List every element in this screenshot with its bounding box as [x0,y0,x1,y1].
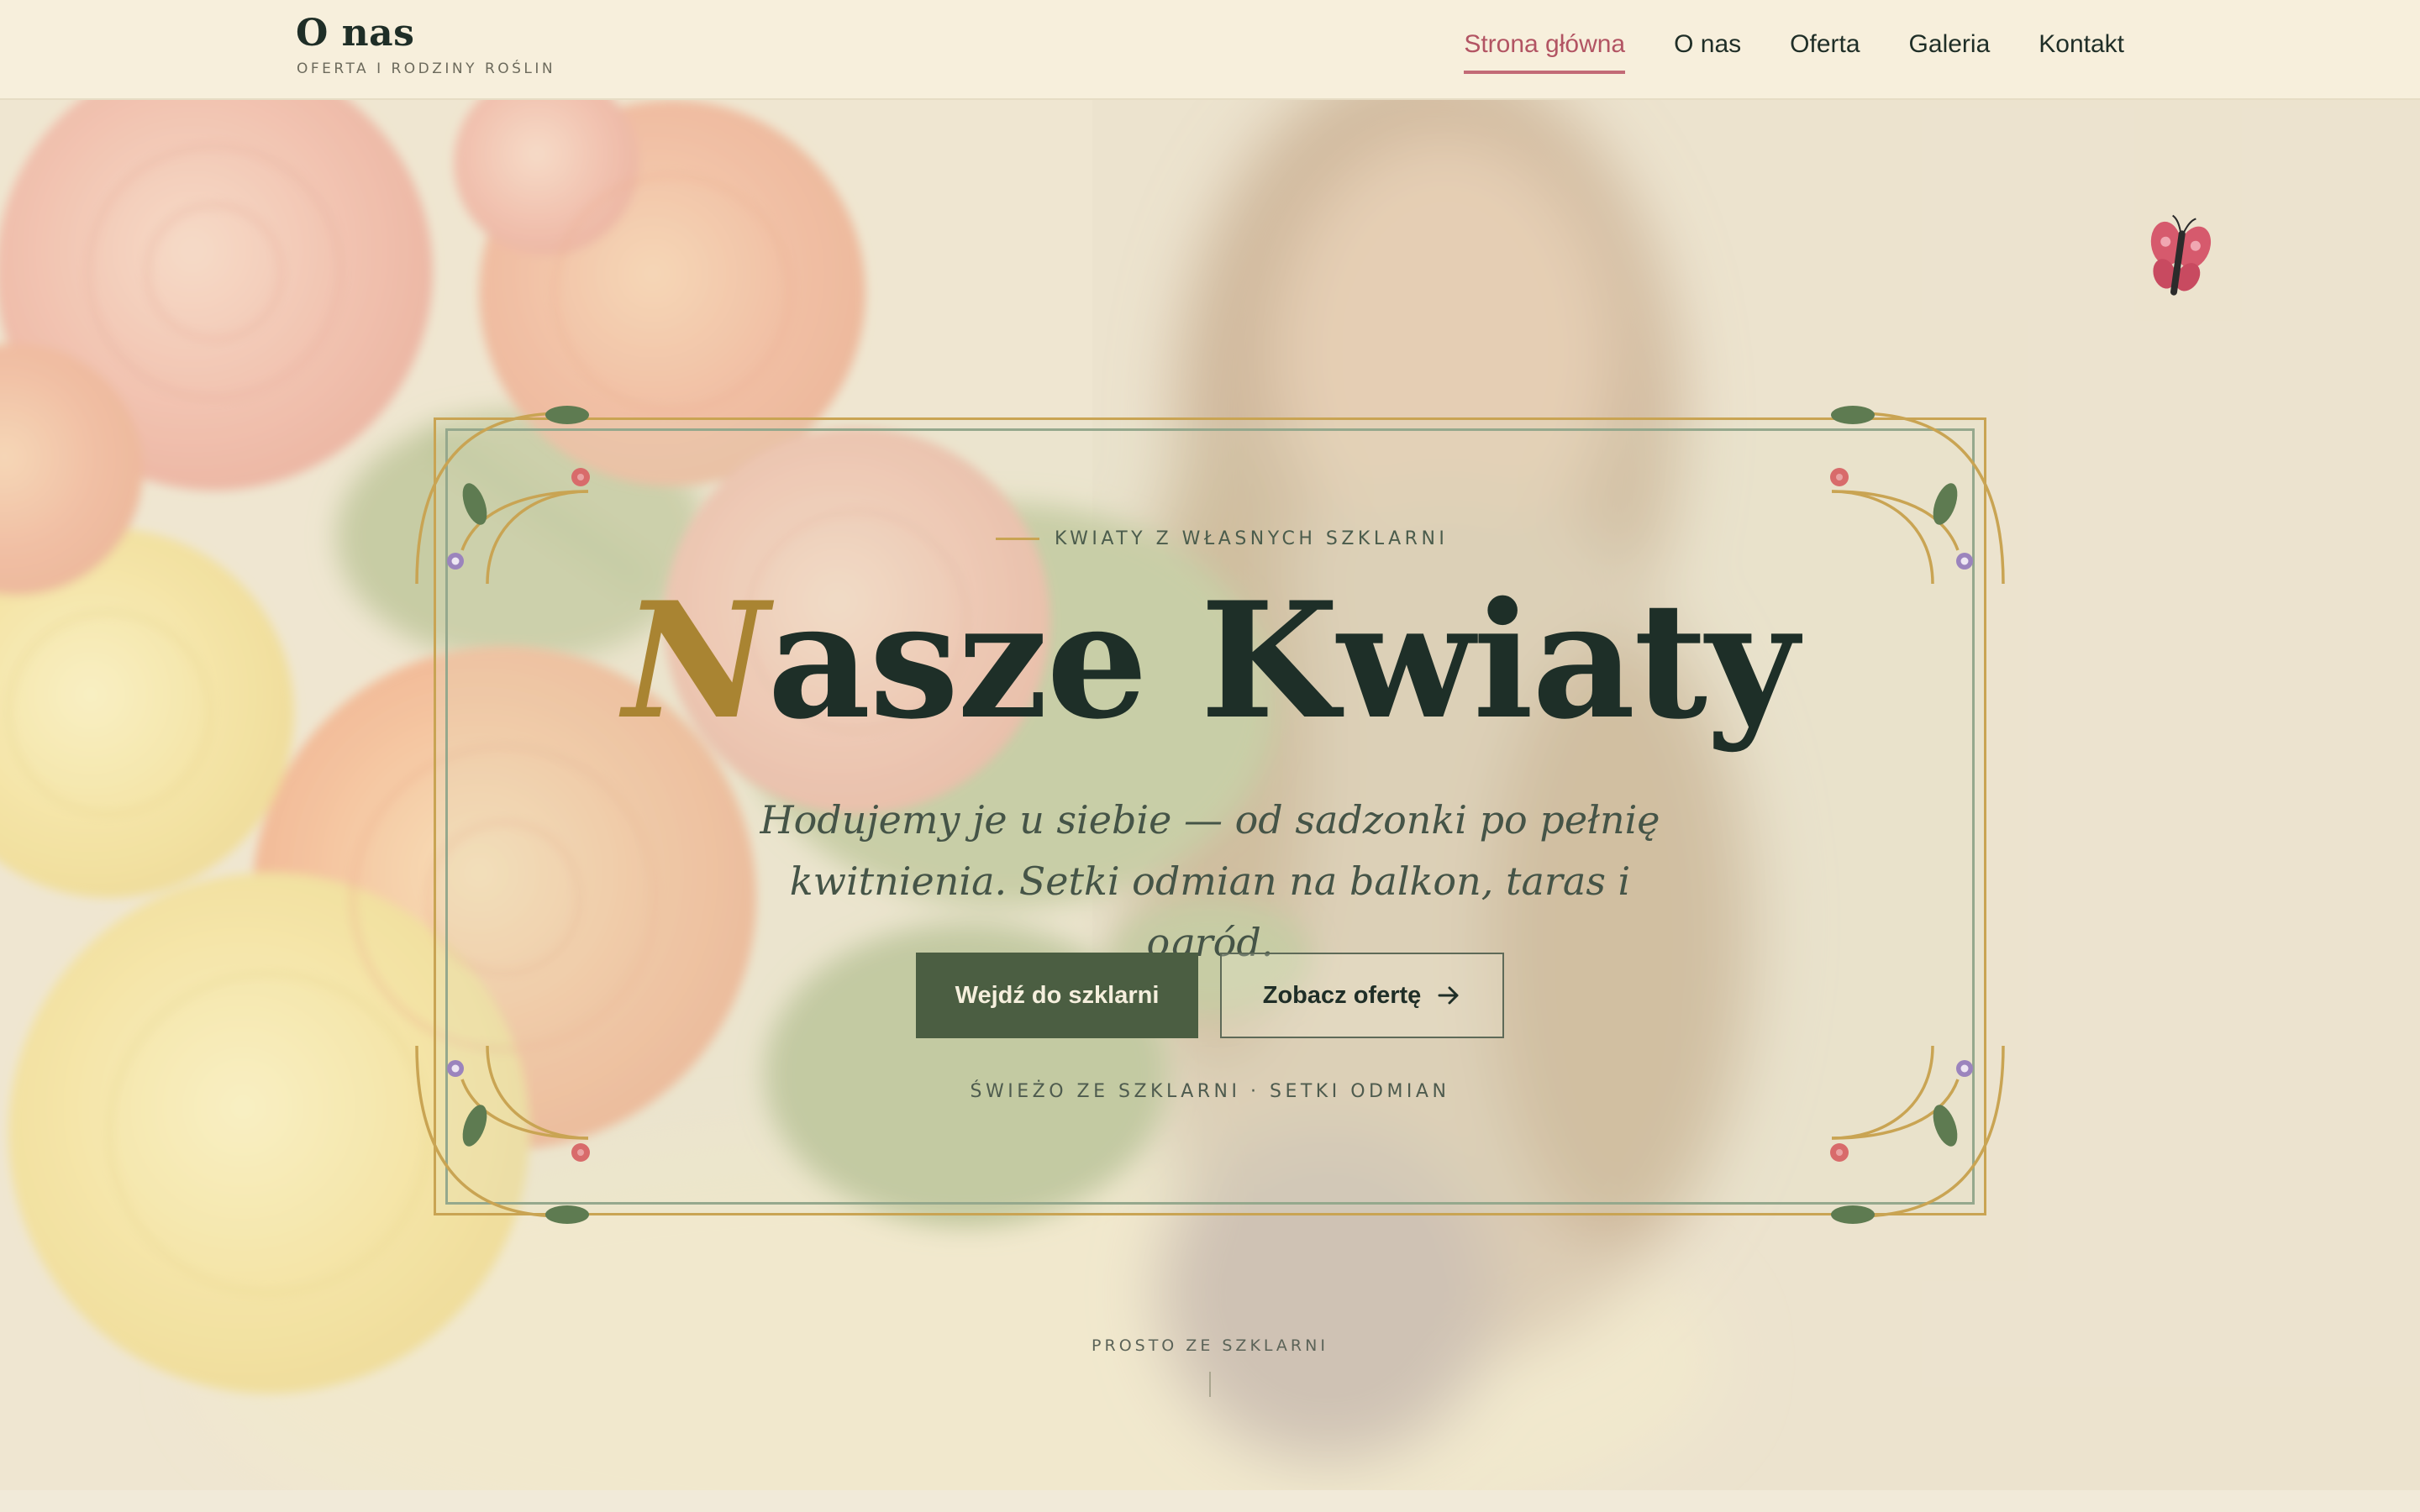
see-offer-button[interactable]: Zobacz ofertę [1220,953,1504,1038]
nav-item-contact[interactable]: Kontakt [2039,30,2124,74]
eyebrow-line [996,537,1039,540]
brand-title[interactable]: O nas [296,12,414,55]
scroll-indicator-line [1209,1372,1211,1397]
eyebrow-text: KWIATY Z WŁASNYCH SZKLARNI [1055,528,1449,549]
hero-eyebrow: KWIATY Z WŁASNYCH SZKLARNI [996,524,1466,553]
corner-ornament-icon [415,406,590,585]
nav-item-offer[interactable]: Oferta [1790,30,1860,74]
nav-item-home[interactable]: Strona główna [1464,30,1626,74]
hero-subtitle: Hodujemy je u siebie — od sadzonki po pe… [760,797,1660,965]
arrow-right-icon [1438,986,1459,1005]
brand-subtitle: OFERTA I RODZINY ROŚLIN [297,60,556,77]
hero-title: Nasze Kwiaty [0,581,2420,741]
enter-greenhouse-button[interactable]: Wejdź do szklarni [916,953,1198,1038]
see-offer-label: Zobacz ofertę [1262,981,1422,1009]
corner-ornament-icon [415,1045,590,1224]
section-divider [0,1490,2420,1512]
corner-ornament-icon [1830,406,2005,585]
hero-title-rest: asze Kwiaty [767,567,1798,754]
main-nav: Strona główna O nas Oferta Galeria Konta… [1464,30,2124,74]
hero-title-initial: N [623,567,770,754]
nav-item-about[interactable]: O nas [1674,30,1741,74]
hero-tagline: ŚWIEŻO ZE SZKLARNI · SETKI ODMIAN [970,1081,1450,1102]
scroll-indicator-label[interactable]: PROSTO ZE SZKLARNI [0,1336,2420,1355]
site-header: O nas OFERTA I RODZINY ROŚLIN Strona głó… [0,0,2420,100]
butterfly-icon [2150,214,2212,296]
enter-greenhouse-label: Wejdź do szklarni [955,981,1160,1009]
corner-ornament-icon [1830,1045,2005,1224]
nav-item-gallery[interactable]: Galeria [1909,30,1991,74]
